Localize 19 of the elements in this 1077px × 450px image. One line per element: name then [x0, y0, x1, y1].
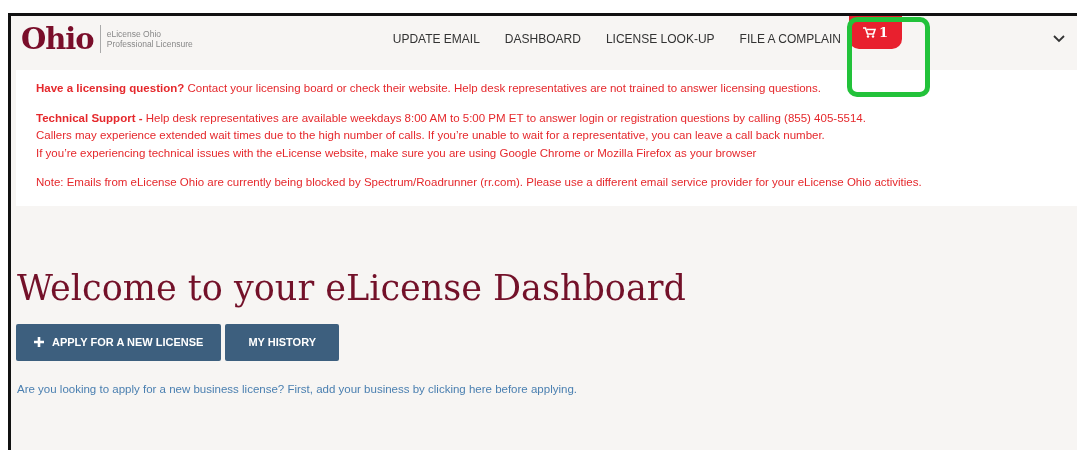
apply-button[interactable]: APPLY FOR A NEW LICENSE — [16, 323, 222, 361]
logo-subtitle: Professional Licensure — [106, 39, 193, 49]
cart-icon — [862, 27, 876, 38]
notice-text: Note: Emails from eLicense Ohio are currently being blocked by Spectrum/Roadrunner (rr.com). Please use a different email service provider for your eLicense Ohio activities. — [36, 175, 923, 190]
chevron-down-icon[interactable] — [1053, 35, 1065, 43]
ohio-logo[interactable]: Ohio — [21, 22, 94, 56]
business-link[interactable]: Are you looking to apply for a new business license? First, add your business by clicking here before applying. — [17, 382, 1077, 395]
nav-link[interactable]: LICENSE LOOK-UP — [605, 32, 715, 46]
history-button[interactable]: MY HISTORY — [225, 323, 340, 361]
notice-text: Callers may experience extended wait times due to the high number of calls. If you’re unable to wait for a representative, you can leave a call back number. — [36, 128, 826, 143]
logo-subtitle: eLicense Ohio — [106, 29, 163, 39]
notice-text: Have a licensing question? Contact your licensing board or check their website. Help desk representatives are not trained to answer licensing questions. — [36, 81, 822, 96]
page-title: Welcome to your eLicense Dashboard — [17, 267, 687, 308]
notice-text: Technical Support - Help desk representatives are available weekdays 8:00 AM to 5:00 PM ET to answer login or registration questions by calling (855) 405-5514. — [36, 110, 867, 126]
plus-icon — [34, 337, 44, 347]
notice-text: If you’re experiencing technical issues with the eLicense website, make sure you are using Google Chrome or Mozilla Firefox as your browser — [36, 145, 758, 161]
nav-link[interactable]: UPDATE EMAIL — [392, 32, 480, 46]
nav-link[interactable]: DASHBOARD — [504, 32, 581, 46]
nav-link[interactable]: FILE A COMPLAIN — [739, 32, 841, 46]
